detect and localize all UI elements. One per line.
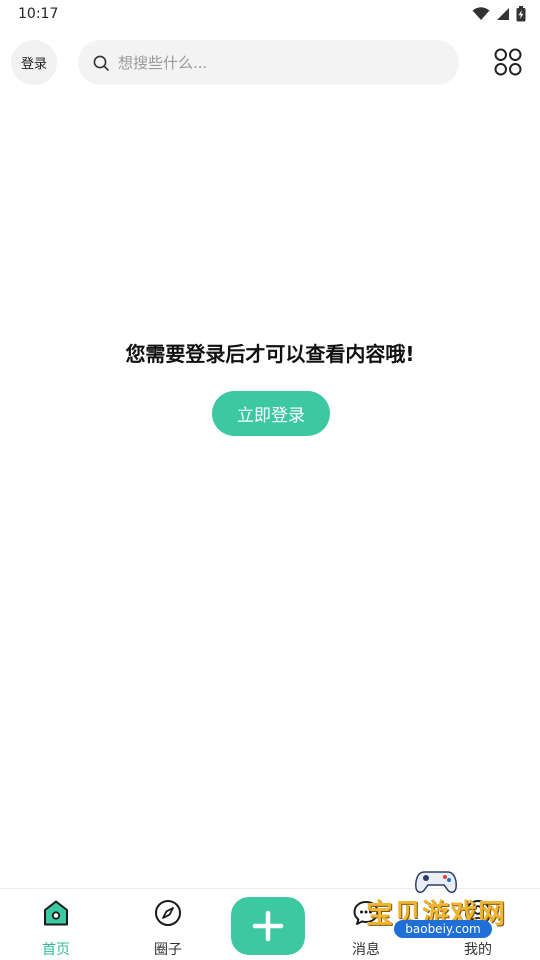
login-required-message: 您需要登录后才可以查看内容哦!	[125, 342, 415, 366]
wifi-icon	[472, 7, 490, 20]
home-icon	[44, 900, 68, 926]
nav-item-profile[interactable]: 我的	[438, 889, 518, 960]
status-bar: 10:17	[0, 0, 540, 32]
nav-item-home[interactable]: 首页	[16, 889, 96, 960]
profile-icon	[465, 900, 491, 926]
create-post-button[interactable]	[231, 897, 305, 955]
nav-label-circle: 圈子	[154, 942, 182, 958]
login-now-button[interactable]: 立即登录	[212, 391, 330, 436]
search-icon	[93, 55, 109, 71]
plus-icon	[252, 910, 284, 942]
status-icons	[472, 6, 526, 22]
nav-label-profile: 我的	[464, 942, 492, 958]
login-chip-button[interactable]: 登录	[11, 40, 57, 85]
nav-label-messages: 消息	[352, 942, 380, 958]
login-chip-label: 登录	[20, 57, 47, 72]
compass-icon	[155, 900, 181, 926]
bottom-nav: 首页 圈子 消息 我的	[0, 888, 540, 960]
app-screen: 10:17 登录 想搜些什么... 您需要登录后才可以查看内容哦! 立即登录 首…	[0, 0, 540, 960]
message-icon	[353, 901, 379, 925]
search-input[interactable]	[118, 53, 438, 72]
status-time: 10:17	[18, 6, 59, 22]
battery-charging-icon	[516, 6, 526, 22]
nav-item-circle[interactable]: 圈子	[128, 889, 208, 960]
search-bar[interactable]	[78, 40, 459, 85]
cellular-signal-icon	[497, 8, 509, 20]
apps-grid-icon[interactable]	[493, 47, 523, 77]
nav-item-messages[interactable]: 消息	[326, 889, 406, 960]
nav-label-home: 首页	[42, 942, 70, 958]
